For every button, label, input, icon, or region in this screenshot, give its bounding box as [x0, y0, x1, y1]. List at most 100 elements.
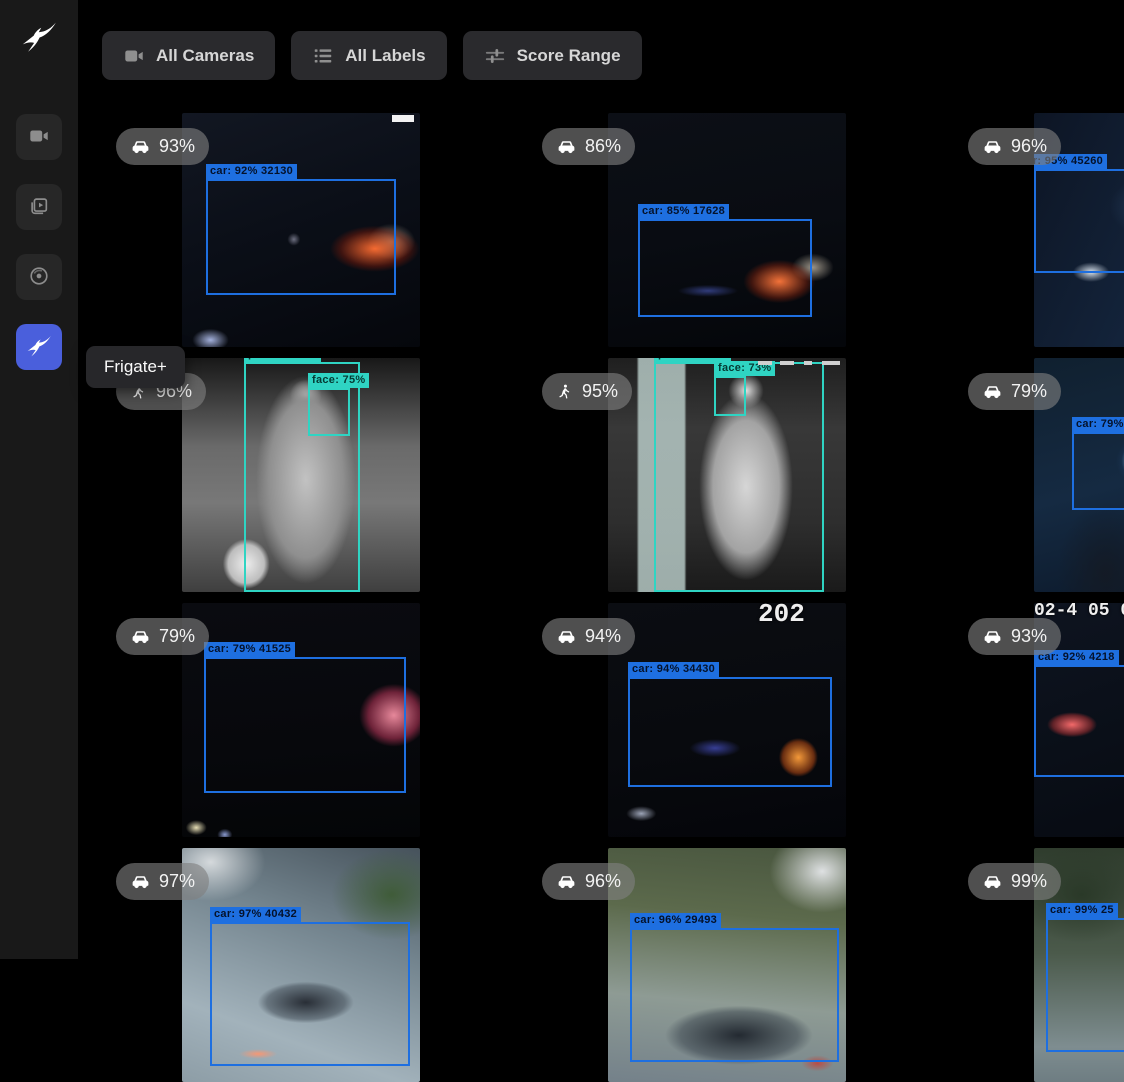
car-icon — [130, 871, 151, 892]
event-tile[interactable]: car: 85% 1762886% — [608, 113, 846, 347]
event-tile[interactable]: car: 96% 2949396% — [608, 848, 846, 1082]
event-tile[interactable]: car: 97% 4043297% — [182, 848, 420, 1082]
score-badge: 99% — [968, 863, 1061, 900]
event-tile[interactable]: car: 79% 4152579% — [182, 603, 420, 837]
person-icon — [556, 383, 574, 401]
event-thumbnail: person: 96% face: 75% — [182, 358, 420, 592]
detection-label: car: 85% 17628 — [638, 204, 729, 219]
detection-box — [206, 179, 396, 295]
detection-box — [628, 677, 832, 787]
event-tile[interactable]: car: 92% 3213093% — [182, 113, 420, 347]
all-labels-filter-button[interactable]: All Labels — [291, 31, 446, 80]
score-value: 94% — [585, 626, 621, 647]
score-value: 86% — [585, 136, 621, 157]
event-thumbnail: car: 85% 17628 — [608, 113, 846, 347]
score-badge: 79% — [116, 618, 209, 655]
detection-label: car: 79% 41525 — [204, 642, 295, 657]
detection-box — [1034, 665, 1124, 777]
car-icon — [982, 136, 1003, 157]
image-highlight — [780, 361, 794, 365]
score-value: 95% — [582, 381, 618, 402]
car-icon — [556, 626, 577, 647]
review-icon — [28, 195, 50, 220]
event-tile[interactable]: car: 79%79% — [1034, 358, 1124, 592]
detection-box — [714, 376, 746, 416]
detection-label: car: 96% 29493 — [630, 913, 721, 928]
car-icon — [982, 626, 1003, 647]
score-value: 97% — [159, 871, 195, 892]
event-thumbnail: car: 97% 40432 — [182, 848, 420, 1082]
event-thumbnail: car: 94% 34430 202 — [608, 603, 846, 837]
score-badge: 97% — [116, 863, 209, 900]
bird-icon — [25, 332, 53, 363]
detection-box — [1046, 918, 1124, 1052]
score-value: 93% — [1011, 626, 1047, 647]
camera-icon — [123, 45, 145, 67]
detection-box — [638, 219, 812, 317]
sidebar-item-review[interactable] — [16, 184, 62, 230]
detection-label: car: 94% 34430 — [628, 662, 719, 677]
score-badge: 96% — [968, 128, 1061, 165]
detection-label: car: 92% 32130 — [206, 164, 297, 179]
image-highlight — [822, 361, 840, 365]
score-badge: 93% — [116, 128, 209, 165]
disc-icon — [28, 265, 50, 290]
event-thumbnail: car: 92% 32130 — [182, 113, 420, 347]
car-icon — [982, 871, 1003, 892]
event-tile[interactable]: person: 94%face: 73%95% — [608, 358, 846, 592]
score-value: 93% — [159, 136, 195, 157]
score-badge: 93% — [968, 618, 1061, 655]
car-icon — [556, 871, 577, 892]
detection-box — [630, 928, 839, 1062]
score-badge: 86% — [542, 128, 635, 165]
event-thumbnail: person: 94%face: 73% — [608, 358, 846, 592]
score-badge: 79% — [968, 373, 1061, 410]
score-value: 99% — [1011, 871, 1047, 892]
score-value: 96% — [585, 871, 621, 892]
detection-label: car: 99% 25 — [1046, 903, 1118, 918]
image-highlight — [392, 115, 414, 122]
detection-box — [308, 388, 350, 436]
sidebar-item-cameras[interactable] — [16, 114, 62, 160]
filter-label: All Cameras — [156, 46, 254, 66]
event-tile[interactable]: person: 96%face: 75%96% — [182, 358, 420, 592]
event-tile[interactable]: car: 99% 2599% — [1034, 848, 1124, 1082]
filter-label: All Labels — [345, 46, 425, 66]
event-tile[interactable]: car: 92% 421802-4 05 093% — [1034, 603, 1124, 837]
filter-label: Score Range — [517, 46, 621, 66]
event-tile[interactable]: car: 95% 4526096% — [1034, 113, 1124, 347]
car-icon — [556, 136, 577, 157]
car-icon — [130, 626, 151, 647]
sidebar-nav — [16, 114, 62, 370]
car-icon — [982, 381, 1003, 402]
score-badge: 94% — [542, 618, 635, 655]
image-highlight — [758, 361, 772, 365]
sidebar — [0, 0, 78, 959]
all-cameras-filter-button[interactable]: All Cameras — [102, 31, 275, 80]
car-icon — [130, 136, 151, 157]
score-value: 79% — [159, 626, 195, 647]
event-thumbnail: car: 96% 29493 — [608, 848, 846, 1082]
frigate-plus-tooltip: Frigate+ — [86, 346, 185, 388]
score-badge: 95% — [542, 373, 632, 410]
camera-icon — [28, 125, 50, 150]
detection-label: face: 75% — [308, 373, 369, 388]
detection-box — [210, 922, 410, 1066]
detection-label: person: 96% — [244, 358, 321, 362]
detection-label: car: 79% — [1072, 417, 1124, 432]
list-icon — [312, 45, 334, 67]
score-range-filter-button[interactable]: Score Range — [463, 31, 642, 80]
sidebar-item-frigate-plus[interactable] — [16, 324, 62, 370]
image-highlight — [804, 361, 812, 365]
filter-toolbar: All Cameras All Labels Score Range — [102, 31, 642, 80]
event-tile[interactable]: car: 94% 3443020294% — [608, 603, 846, 837]
camera-timestamp-overlay: 202 — [758, 603, 805, 629]
score-value: 79% — [1011, 381, 1047, 402]
sidebar-item-export[interactable] — [16, 254, 62, 300]
frigate-logo-icon — [16, 14, 62, 64]
event-thumbnail: car: 79% 41525 — [182, 603, 420, 837]
events-grid: car: 92% 3213093%car: 85% 1762886%car: 9… — [182, 113, 1124, 1082]
detection-box — [1034, 169, 1124, 273]
detection-label: car: 97% 40432 — [210, 907, 301, 922]
sliders-icon — [484, 45, 506, 67]
